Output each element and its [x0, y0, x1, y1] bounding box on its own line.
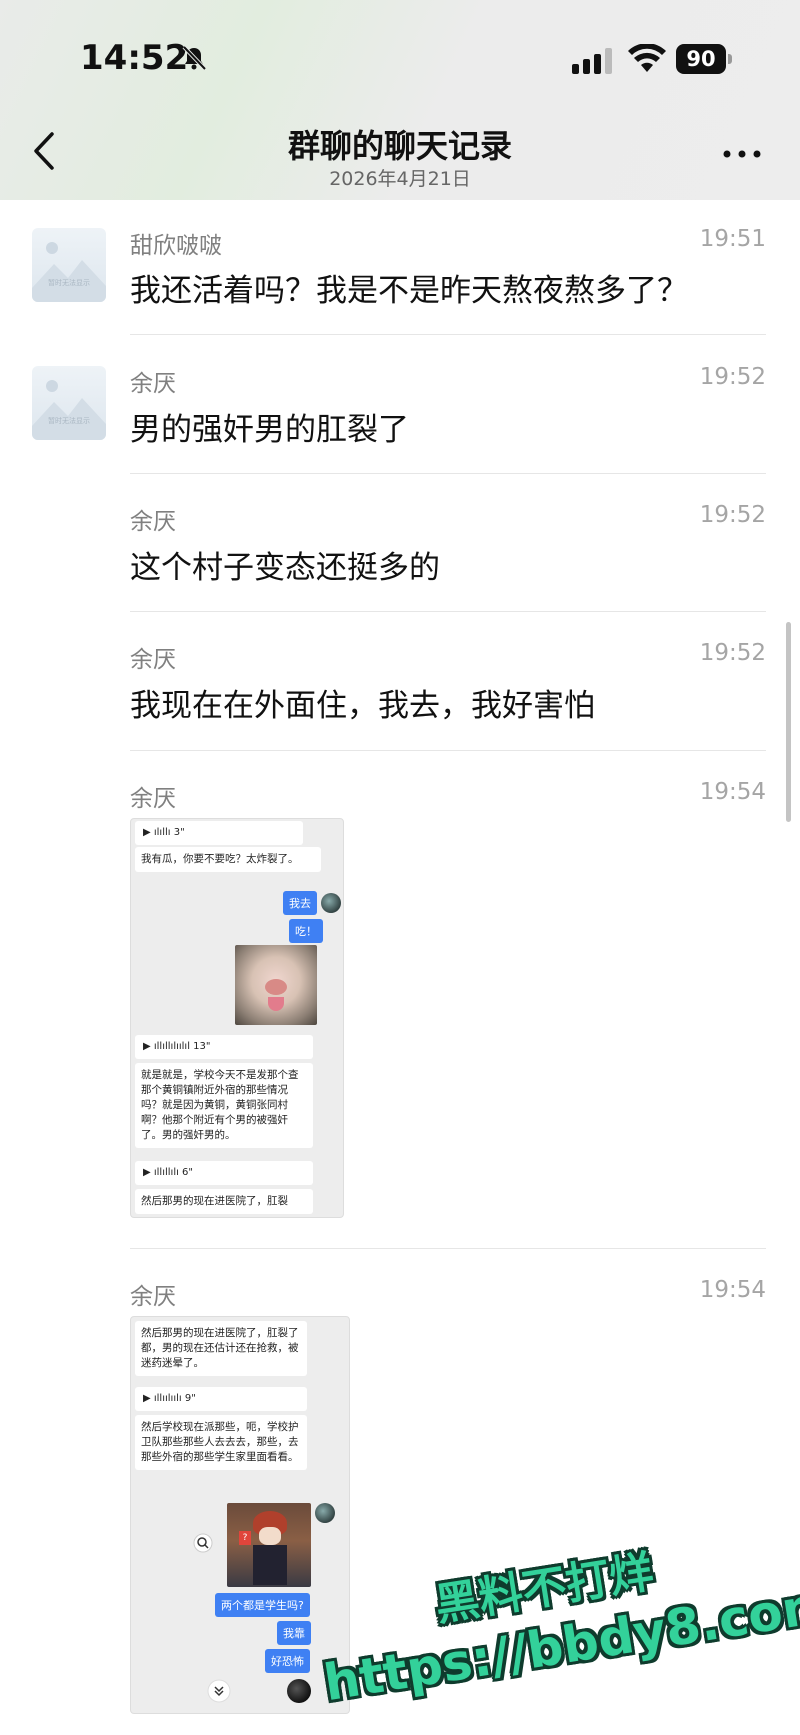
avatar-caption: 暂时无法显示 — [48, 416, 90, 425]
chat-bubble: 然后学校现在派那些，呃，学校护卫队那些那些人去去去，那些，去那些外宿的那些学生家… — [135, 1415, 307, 1470]
top-bar: 14:52 90 群聊的聊天记录 2026年4月21日 — [0, 0, 800, 200]
cellular-signal-icon — [572, 48, 612, 74]
voice-message: ▶ ıllıılıılı 9" — [135, 1387, 307, 1411]
chat-bubble: 就是就是，学校今天不是发那个查那个黄铜镇附近外宿的那些情况吗？就是因为黄铜，黄铜… — [135, 1063, 313, 1148]
voice-message: ▶ ıllıllılı 6" — [135, 1161, 313, 1185]
battery-icon: 90 — [676, 44, 732, 74]
chat-bubble-self: 我靠 — [277, 1621, 311, 1645]
avatar[interactable]: 暂时无法显示 — [32, 228, 106, 302]
message-time: 19:52 — [699, 502, 766, 528]
chat-bubble: 我有瓜，你要不要吃？太炸裂了。 — [135, 847, 321, 872]
message-time: 19:52 — [699, 364, 766, 390]
chat-bubble: 然后那男的现在进医院了，肛裂了都，男的现在还估计还在抢救，被迷药迷晕了。 — [135, 1321, 307, 1376]
sender-name: 余厌 — [130, 647, 176, 673]
image-placeholder-icon: 暂时无法显示 — [32, 380, 106, 440]
message-text: 这个村子变态还挺多的 — [130, 550, 440, 586]
page-title: 群聊的聊天记录 — [287, 127, 512, 165]
sender-name: 余厌 — [130, 786, 176, 812]
chat-bubble-self: 好恐怖 — [265, 1649, 310, 1673]
avatar — [321, 893, 341, 913]
bell-muted-icon — [182, 45, 207, 71]
chat-bubble-self: 我去 — [283, 891, 317, 915]
chat-bubble-self: 吃！ — [289, 919, 323, 943]
message-time: 19:54 — [699, 779, 766, 805]
wifi-icon — [628, 44, 666, 72]
more-icon[interactable] — [720, 144, 764, 164]
voice-message: ▶ ıllıllılıılıl 13" — [135, 1035, 313, 1059]
chat-screenshot-image[interactable]: 然后那男的现在进医院了，肛裂了都，男的现在还估计还在抢救，被迷药迷晕了。 ▶ ı… — [130, 1316, 350, 1714]
divider — [130, 611, 766, 612]
chat-screenshot-image[interactable]: ▶ ılıllı 3" 我有瓜，你要不要吃？太炸裂了。 我去 吃！ ▶ ıllı… — [130, 818, 344, 1218]
zoom-search-icon[interactable] — [193, 1533, 213, 1553]
sender-name: 余厌 — [130, 1284, 176, 1310]
scroll-down-icon[interactable] — [207, 1679, 231, 1703]
message-text: 我现在在外面住，我去，我好害怕 — [130, 688, 595, 724]
status-time: 14:52 — [80, 38, 189, 78]
scrollbar[interactable] — [786, 622, 791, 822]
message-time: 19:54 — [699, 1277, 766, 1303]
avatar — [315, 1503, 335, 1523]
image-placeholder-icon: 暂时无法显示 — [32, 242, 106, 302]
chat-bubble: 然后那男的现在进医院了，肛裂 — [135, 1189, 313, 1214]
chat-bubble-self: 两个都是学生吗? — [215, 1593, 310, 1617]
message-time: 19:52 — [699, 640, 766, 666]
avatar — [287, 1679, 311, 1703]
avatar[interactable]: 暂时无法显示 — [32, 366, 106, 440]
page-date: 2026年4月21日 — [329, 168, 471, 190]
cat-photo — [235, 945, 317, 1025]
voice-message: ▶ ılıllı 3" — [135, 821, 303, 845]
divider — [130, 473, 766, 474]
divider — [130, 334, 766, 335]
message-time: 19:51 — [699, 226, 766, 252]
sender-name: 余厌 — [130, 371, 176, 397]
anime-character-image: ? — [227, 1503, 311, 1587]
message-text: 男的强奸男的肛裂了 — [130, 412, 409, 448]
message-text: 我还活着吗？我是不是昨天熬夜熬多了？ — [130, 273, 688, 309]
divider — [130, 1248, 766, 1249]
battery-level: 90 — [676, 44, 726, 74]
divider — [130, 750, 766, 751]
avatar-caption: 暂时无法显示 — [48, 278, 90, 287]
sender-name: 余厌 — [130, 509, 176, 535]
sender-name: 甜欣啵啵 — [130, 233, 222, 259]
